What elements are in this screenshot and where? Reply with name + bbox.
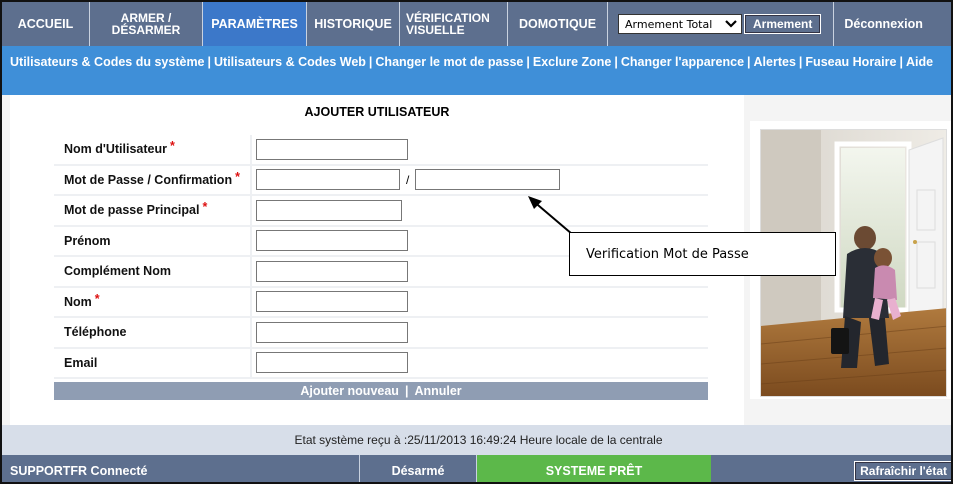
phone-field-cell [252,321,408,343]
subnav-alerts[interactable]: Alertes [754,55,796,69]
last-name-input[interactable] [256,291,408,313]
system-ready-badge: SYSTEME PRÊT [477,455,711,482]
system-ready-text: SYSTEME PRÊT [545,463,643,478]
arm-state-text: Désarmé [391,463,445,478]
arm-mode-value: Armement Total [625,17,713,31]
nav-domotique-label: DOMOTIQUE [518,16,597,31]
connected-user-text: SUPPORTFR Connecté [10,463,148,478]
email-label-text: Email [64,355,98,370]
add-new-link[interactable]: Ajouter nouveau [300,384,399,398]
password-separator: / [406,172,410,187]
master-password-label: Mot de passe Principal * [54,196,252,225]
subnav-system-users[interactable]: Utilisateurs & Codes du système [10,55,205,69]
nav-accueil-label: ACCUEIL [17,16,74,31]
master-password-label-text: Mot de passe Principal [64,203,200,218]
subnav-separator: | [368,55,373,69]
last-name-label: Nom * [54,287,252,316]
form-row-last-name: Nom * [54,287,708,318]
subnav-help[interactable]: Aide [906,55,933,69]
subnav-separator: | [798,55,803,69]
refresh-status-button[interactable]: Rafraîchir l'état [854,460,951,481]
system-status-text: Etat système reçu à :25/11/2013 16:49:24… [294,433,663,447]
top-navigation: ACCUEIL ARMER / DÉSARMER PARAMÈTRES HIST… [2,2,951,46]
status-footer: SUPPORTFR Connecté Désarmé SYSTEME PRÊT … [2,455,951,482]
nav-historique-label: HISTORIQUE [314,16,392,31]
phone-input[interactable] [256,321,408,343]
master-password-input[interactable] [256,199,402,221]
email-input[interactable] [256,352,408,374]
password-label: Mot de Passe / Confirmation * [54,165,252,194]
subnav-separator: | [899,55,903,69]
cancel-link[interactable]: Annuler [414,384,461,398]
username-label-text: Nom d'Utilisateur [64,142,167,157]
form-row-email: Email [54,348,708,379]
subnav-separator: | [747,55,751,69]
form-row-phone: Téléphone [54,318,708,349]
nav-accueil[interactable]: ACCUEIL [2,2,90,46]
nav-parametres-label: PARAMÈTRES [211,16,298,31]
nav-armer-desarmer[interactable]: ARMER / DÉSARMER [90,2,203,46]
subnav-separator: | [207,55,212,69]
subnav-timezone[interactable]: Fuseau Horaire [805,55,896,69]
form-action-bar: Ajouter nouveau | Annuler [54,382,708,400]
required-marker: * [202,200,208,215]
system-status-line: Etat système reçu à :25/11/2013 16:49:24… [2,425,951,455]
nav-armer-line2: DÉSARMER [111,23,181,37]
subnav-change-password[interactable]: Changer le mot de passe [375,55,523,69]
nav-parametres[interactable]: PARAMÈTRES [203,2,307,46]
required-marker: * [94,291,100,306]
name-complement-label-text: Complément Nom [64,264,171,279]
action-separator: | [404,384,409,398]
password-label-text: Mot de Passe / Confirmation [64,172,233,187]
email-label: Email [54,348,252,377]
nav-verification-line2: VISUELLE [406,23,465,37]
arm-button[interactable]: Armement [744,14,822,34]
required-marker: * [235,169,240,184]
arm-mode-select[interactable]: Armement Total [618,14,742,34]
app-frame: ACCUEIL ARMER / DÉSARMER PARAMÈTRES HIST… [0,0,953,484]
name-complement-field-cell [252,260,408,282]
footer-actions: Rafraîchir l'état [711,455,951,482]
subnav-change-appearance[interactable]: Changer l'apparence [621,55,744,69]
arm-state: Désarmé [360,455,477,482]
chevron-down-icon [725,18,737,31]
sub-navigation: Utilisateurs & Codes du système | Utilisat… [2,46,951,95]
callout-text: Verification Mot de Passe [586,246,749,262]
form-row-username: Nom d'Utilisateur * [54,135,708,166]
first-name-label-text: Prénom [64,233,111,248]
first-name-label: Prénom [54,226,252,255]
name-complement-input[interactable] [256,260,408,282]
form-row-password: Mot de Passe / Confirmation * / [54,165,708,196]
password-input[interactable] [256,169,400,191]
connected-user: SUPPORTFR Connecté [2,455,360,482]
form-title: AJOUTER UTILISATEUR [304,105,450,119]
username-input[interactable] [256,138,408,160]
email-field-cell [252,352,408,374]
subnav-separator: | [614,55,618,69]
last-name-label-text: Nom [64,294,92,309]
nav-domotique[interactable]: DOMOTIQUE [508,2,608,46]
phone-label-text: Téléphone [64,325,127,340]
logout-link[interactable]: Déconnexion [833,2,923,46]
username-field-cell [252,138,408,160]
nav-historique[interactable]: HISTORIQUE [307,2,400,46]
name-complement-label: Complément Nom [54,257,252,286]
password-confirm-input[interactable] [415,169,561,191]
last-name-field-cell [252,291,408,313]
subnav-web-users[interactable]: Utilisateurs & Codes Web [214,55,366,69]
first-name-input[interactable] [256,230,408,252]
required-marker: * [170,139,175,154]
first-name-field-cell [252,230,408,252]
subnav-exclude-zone[interactable]: Exclure Zone [533,55,612,69]
arm-mode-wrapper: Armement Total Armement [608,2,827,46]
phone-label: Téléphone [54,318,252,347]
subnav-separator: | [526,55,530,69]
password-field-cell: / [252,169,561,191]
username-label: Nom d'Utilisateur * [54,135,252,164]
form-row-master-password: Mot de passe Principal * [54,196,708,227]
nav-verification-visuelle[interactable]: VÉRIFICATION VISUELLE [400,2,508,46]
password-verification-callout: Verification Mot de Passe [569,232,836,276]
master-password-field-cell [252,199,402,221]
